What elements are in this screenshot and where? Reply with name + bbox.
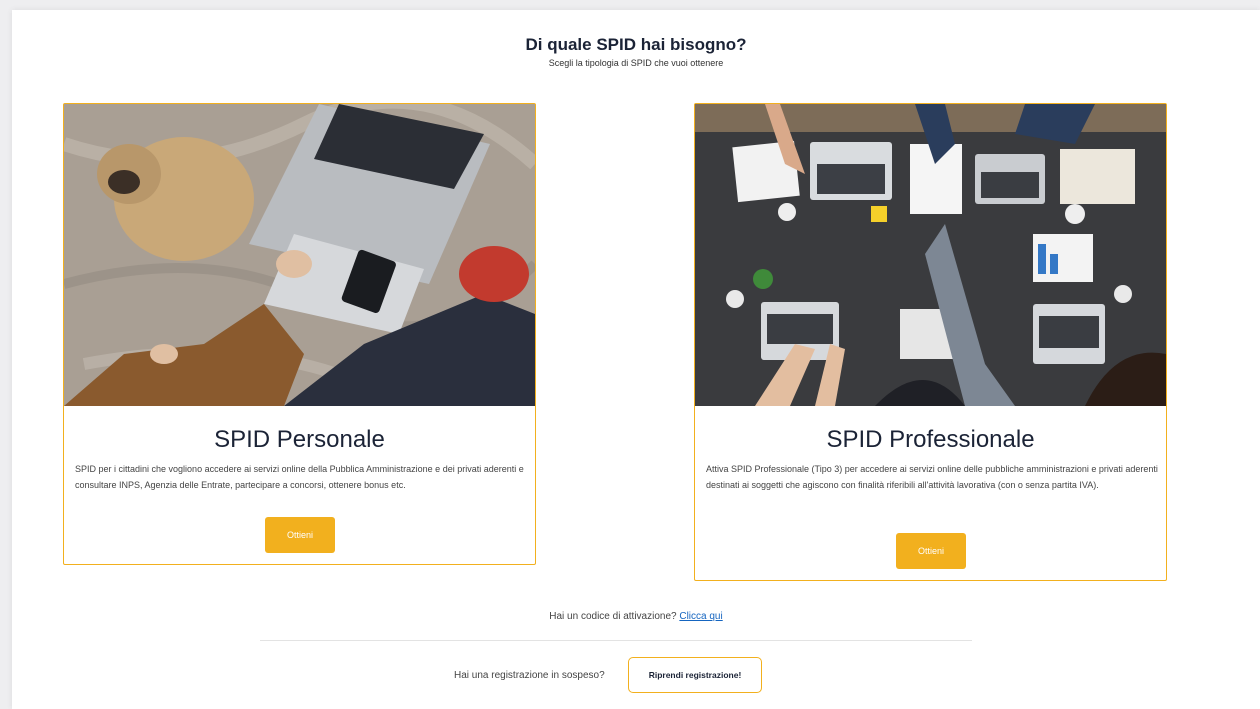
card-spid-personale: SPID Personale SPID per i cittadini che … <box>63 103 536 565</box>
page-header: Di quale SPID hai bisogno? Scegli la tip… <box>12 34 1260 68</box>
professional-photo <box>695 104 1166 406</box>
activation-link[interactable]: Clicca qui <box>679 611 722 622</box>
card-description: Attiva SPID Professionale (Tipo 3) per a… <box>706 464 1158 490</box>
activation-row: Hai un codice di attivazione? Clicca qui <box>12 611 1260 622</box>
activation-text: Hai un codice di attivazione? <box>549 611 677 622</box>
card-title: SPID Personale <box>214 426 385 453</box>
card-description: SPID per i cittadini che vogliono accede… <box>75 464 524 490</box>
get-spid-professionale-button[interactable]: Ottieni <box>896 533 966 569</box>
page-title: Di quale SPID hai bisogno? <box>525 35 747 54</box>
get-spid-personale-button[interactable]: Ottieni <box>265 517 335 553</box>
card-title: SPID Professionale <box>826 426 1035 453</box>
divider <box>260 640 972 641</box>
pending-registration-text: Hai una registrazione in sospeso? <box>454 670 605 681</box>
card-spid-professionale: SPID Professionale Attiva SPID Professio… <box>694 103 1167 581</box>
resume-registration-button[interactable]: Riprendi registrazione! <box>628 657 762 693</box>
page-subtitle: Scegli la tipologia di SPID che vuoi ott… <box>548 58 724 68</box>
page-container: Di quale SPID hai bisogno? Scegli la tip… <box>12 10 1260 709</box>
personal-photo <box>64 104 535 406</box>
